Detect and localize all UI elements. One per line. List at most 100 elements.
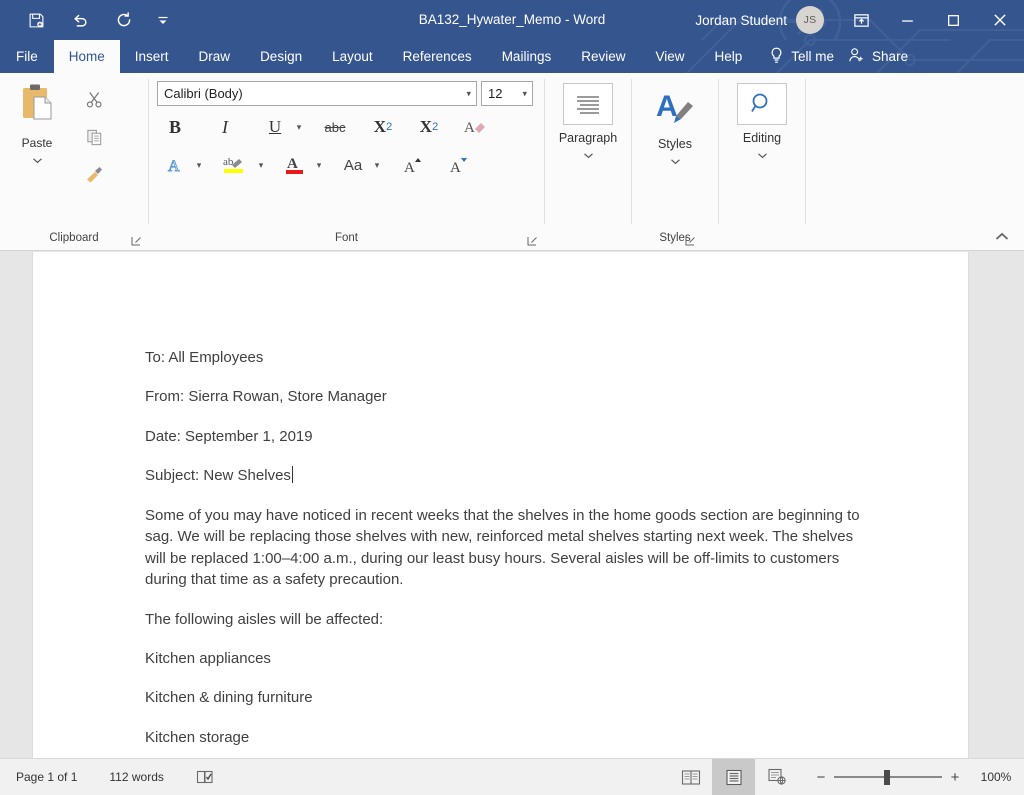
- paste-button[interactable]: Paste: [0, 73, 74, 169]
- avatar[interactable]: JS: [796, 6, 824, 34]
- editing-label: Editing: [742, 131, 782, 145]
- zoom-slider[interactable]: [834, 759, 942, 795]
- tab-help[interactable]: Help: [700, 40, 758, 73]
- list-item: Kitchen appliances: [145, 650, 271, 667]
- underline-button[interactable]: U: [259, 110, 291, 144]
- paste-icon: [14, 81, 60, 132]
- ribbon-display-options-icon[interactable]: [838, 0, 884, 40]
- tab-file[interactable]: File: [0, 40, 54, 73]
- chevron-down-icon[interactable]: [32, 151, 43, 169]
- document-page[interactable]: To: All Employees From: Sierra Rowan, St…: [33, 252, 968, 758]
- group-separator: [805, 79, 806, 224]
- cut-button[interactable]: [74, 83, 114, 115]
- chevron-down-icon[interactable]: ▾: [466, 88, 471, 99]
- quick-access-toolbar: [0, 4, 180, 36]
- minimize-icon[interactable]: [884, 0, 930, 40]
- tab-references[interactable]: References: [388, 40, 487, 73]
- clipboard-label-text: Clipboard: [49, 232, 99, 244]
- tab-layout[interactable]: Layout: [317, 40, 388, 73]
- zoom-in-button[interactable]: +: [942, 769, 968, 786]
- chevron-down-icon[interactable]: [670, 152, 681, 170]
- copy-button[interactable]: [74, 121, 114, 153]
- paragraph-list-intro: The following aisles will be affected:: [145, 610, 384, 628]
- lightbulb-icon: [769, 47, 784, 67]
- tab-mailings[interactable]: Mailings: [487, 40, 567, 73]
- zoom-level[interactable]: 100%: [968, 770, 1024, 784]
- font-size-combo[interactable]: 12 ▾: [481, 81, 533, 106]
- paragraph-to: To: All Employees: [145, 349, 264, 366]
- font-color-chevron-down-icon[interactable]: ▾: [311, 160, 327, 171]
- styles-dialog-launcher-icon[interactable]: [685, 236, 697, 248]
- svg-text:A: A: [464, 120, 475, 136]
- highlight-button[interactable]: ab: [217, 148, 253, 182]
- text-effects-button[interactable]: A: [159, 148, 191, 182]
- grow-font-button[interactable]: A: [397, 148, 429, 182]
- undo-icon[interactable]: [58, 4, 102, 36]
- status-bar: Page 1 of 1 112 words − + 100%: [0, 758, 1024, 795]
- font-label-text: Font: [334, 232, 358, 244]
- tab-design[interactable]: Design: [245, 40, 317, 73]
- chevron-down-icon[interactable]: [583, 146, 594, 164]
- redo-icon[interactable]: [102, 4, 146, 36]
- font-name-combo[interactable]: Calibri (Body) ▾: [157, 81, 477, 106]
- bold-button[interactable]: B: [159, 110, 191, 144]
- collapse-ribbon-button[interactable]: [990, 226, 1014, 246]
- styles-button[interactable]: A Styles: [632, 73, 718, 170]
- change-case-button[interactable]: Aa: [337, 148, 369, 182]
- maximize-icon[interactable]: [930, 0, 976, 40]
- web-layout-button[interactable]: [755, 759, 798, 795]
- superscript-index: 2: [432, 121, 439, 133]
- shrink-font-button[interactable]: A: [443, 148, 475, 182]
- subscript-index: 2: [386, 121, 393, 133]
- tab-draw[interactable]: Draw: [184, 40, 246, 73]
- change-case-chevron-down-icon[interactable]: ▾: [369, 160, 385, 171]
- clear-formatting-button[interactable]: A: [459, 110, 493, 144]
- svg-text:A: A: [168, 158, 180, 175]
- word-count[interactable]: 112 words: [93, 759, 179, 795]
- tab-label: Mailings: [501, 49, 552, 64]
- share-button[interactable]: Share: [848, 40, 924, 73]
- customize-quick-access-icon[interactable]: [146, 4, 180, 36]
- group-label-clipboard: Clipboard: [0, 230, 148, 250]
- tab-home[interactable]: Home: [53, 40, 120, 73]
- chevron-down-icon[interactable]: ▾: [522, 88, 527, 99]
- tab-label: View: [655, 49, 685, 64]
- proofing-errors-icon[interactable]: [180, 759, 230, 795]
- zoom-out-button[interactable]: −: [808, 769, 834, 786]
- clipboard-dialog-launcher-icon[interactable]: [130, 236, 142, 248]
- print-layout-button[interactable]: [712, 758, 755, 795]
- zoom-slider-thumb[interactable]: [884, 769, 890, 785]
- format-painter-button[interactable]: [74, 159, 114, 191]
- editing-button[interactable]: Editing: [719, 73, 805, 164]
- title-bar-right: Jordan Student JS: [695, 0, 1024, 40]
- superscript-button[interactable]: X2: [413, 110, 445, 144]
- underline-chevron-down-icon[interactable]: ▾: [291, 122, 307, 133]
- font-name-value: Calibri (Body): [164, 86, 243, 101]
- text-effects-chevron-down-icon[interactable]: ▾: [191, 160, 207, 171]
- tab-label: Home: [68, 49, 105, 64]
- strikethrough-button[interactable]: abc: [319, 110, 351, 144]
- page-indicator[interactable]: Page 1 of 1: [0, 759, 93, 795]
- highlight-chevron-down-icon[interactable]: ▾: [253, 160, 269, 171]
- paragraph-button[interactable]: Paragraph: [545, 73, 631, 164]
- tab-review[interactable]: Review: [566, 40, 640, 73]
- account-info[interactable]: Jordan Student JS: [695, 6, 824, 34]
- tell-me-box[interactable]: Tell me: [757, 40, 848, 73]
- clipboard-small-buttons: [74, 73, 114, 191]
- save-icon[interactable]: [14, 4, 58, 36]
- subscript-button[interactable]: X2: [367, 110, 399, 144]
- tab-view[interactable]: View: [640, 40, 699, 73]
- chevron-down-icon[interactable]: [757, 146, 768, 164]
- text-cursor: [291, 465, 293, 483]
- svg-text:A: A: [287, 156, 298, 172]
- read-mode-button[interactable]: [669, 759, 712, 795]
- tab-insert[interactable]: Insert: [120, 40, 184, 73]
- italic-button[interactable]: I: [209, 110, 241, 144]
- document-area[interactable]: To: All Employees From: Sierra Rowan, St…: [0, 252, 1024, 758]
- tab-label: Draw: [198, 49, 231, 64]
- close-icon[interactable]: [976, 0, 1024, 40]
- font-dialog-launcher-icon[interactable]: [526, 236, 538, 248]
- title-bar: BA132_Hywater_Memo - Word Jordan Student…: [0, 0, 1024, 40]
- document-text[interactable]: To: All Employees From: Sierra Rowan, St…: [145, 348, 863, 758]
- font-color-button[interactable]: A: [279, 148, 311, 182]
